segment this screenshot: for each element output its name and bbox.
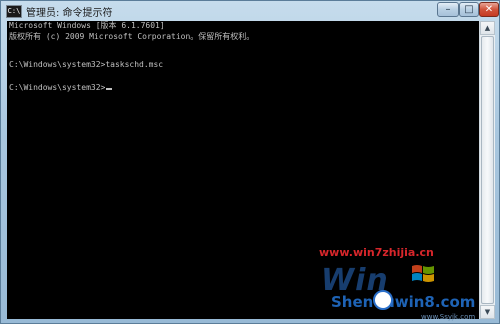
title-bar[interactable]: C:\ 管理员: 命令提示符 – □ ✕ bbox=[1, 1, 499, 20]
scroll-down-arrow-icon[interactable]: ▼ bbox=[480, 305, 495, 319]
windows-flag-icon bbox=[412, 265, 434, 282]
watermark-url: www.win7zhijia.cn bbox=[319, 246, 434, 259]
console-line-version: Microsoft Windows [版本 6.1.7601] bbox=[9, 21, 165, 30]
window-title: 管理员: 命令提示符 bbox=[26, 8, 113, 19]
text-cursor bbox=[106, 88, 113, 90]
scrollbar-thumb[interactable] bbox=[481, 36, 494, 304]
maximize-button[interactable]: □ bbox=[459, 2, 479, 17]
console-output-area[interactable]: Microsoft Windows [版本 6.1.7601] 版权所有 (c)… bbox=[7, 21, 479, 319]
command-prompt-window: C:\ 管理员: 命令提示符 – □ ✕ Microsoft Windows [… bbox=[0, 0, 500, 324]
watermark-site: www.Ssyjk.com bbox=[421, 313, 476, 321]
minimize-button[interactable]: – bbox=[437, 2, 459, 17]
console-prompt-line[interactable]: C:\Windows\system32> bbox=[9, 83, 113, 93]
console-line-command: C:\Windows\system32>taskschd.msc bbox=[9, 60, 164, 69]
watermark-brand: Shenduwin8.com bbox=[331, 293, 476, 311]
console-prompt: C:\Windows\system32> bbox=[9, 83, 106, 92]
console-line-copyright: 版权所有 (c) 2009 Microsoft Corporation。保留所有… bbox=[9, 32, 255, 41]
scroll-up-arrow-icon[interactable]: ▲ bbox=[480, 21, 495, 35]
close-button[interactable]: ✕ bbox=[479, 2, 499, 17]
brand-logo-icon bbox=[373, 290, 393, 310]
cmd-app-icon[interactable]: C:\ bbox=[6, 5, 22, 18]
vertical-scrollbar[interactable]: ▲ ▼ bbox=[479, 21, 495, 319]
